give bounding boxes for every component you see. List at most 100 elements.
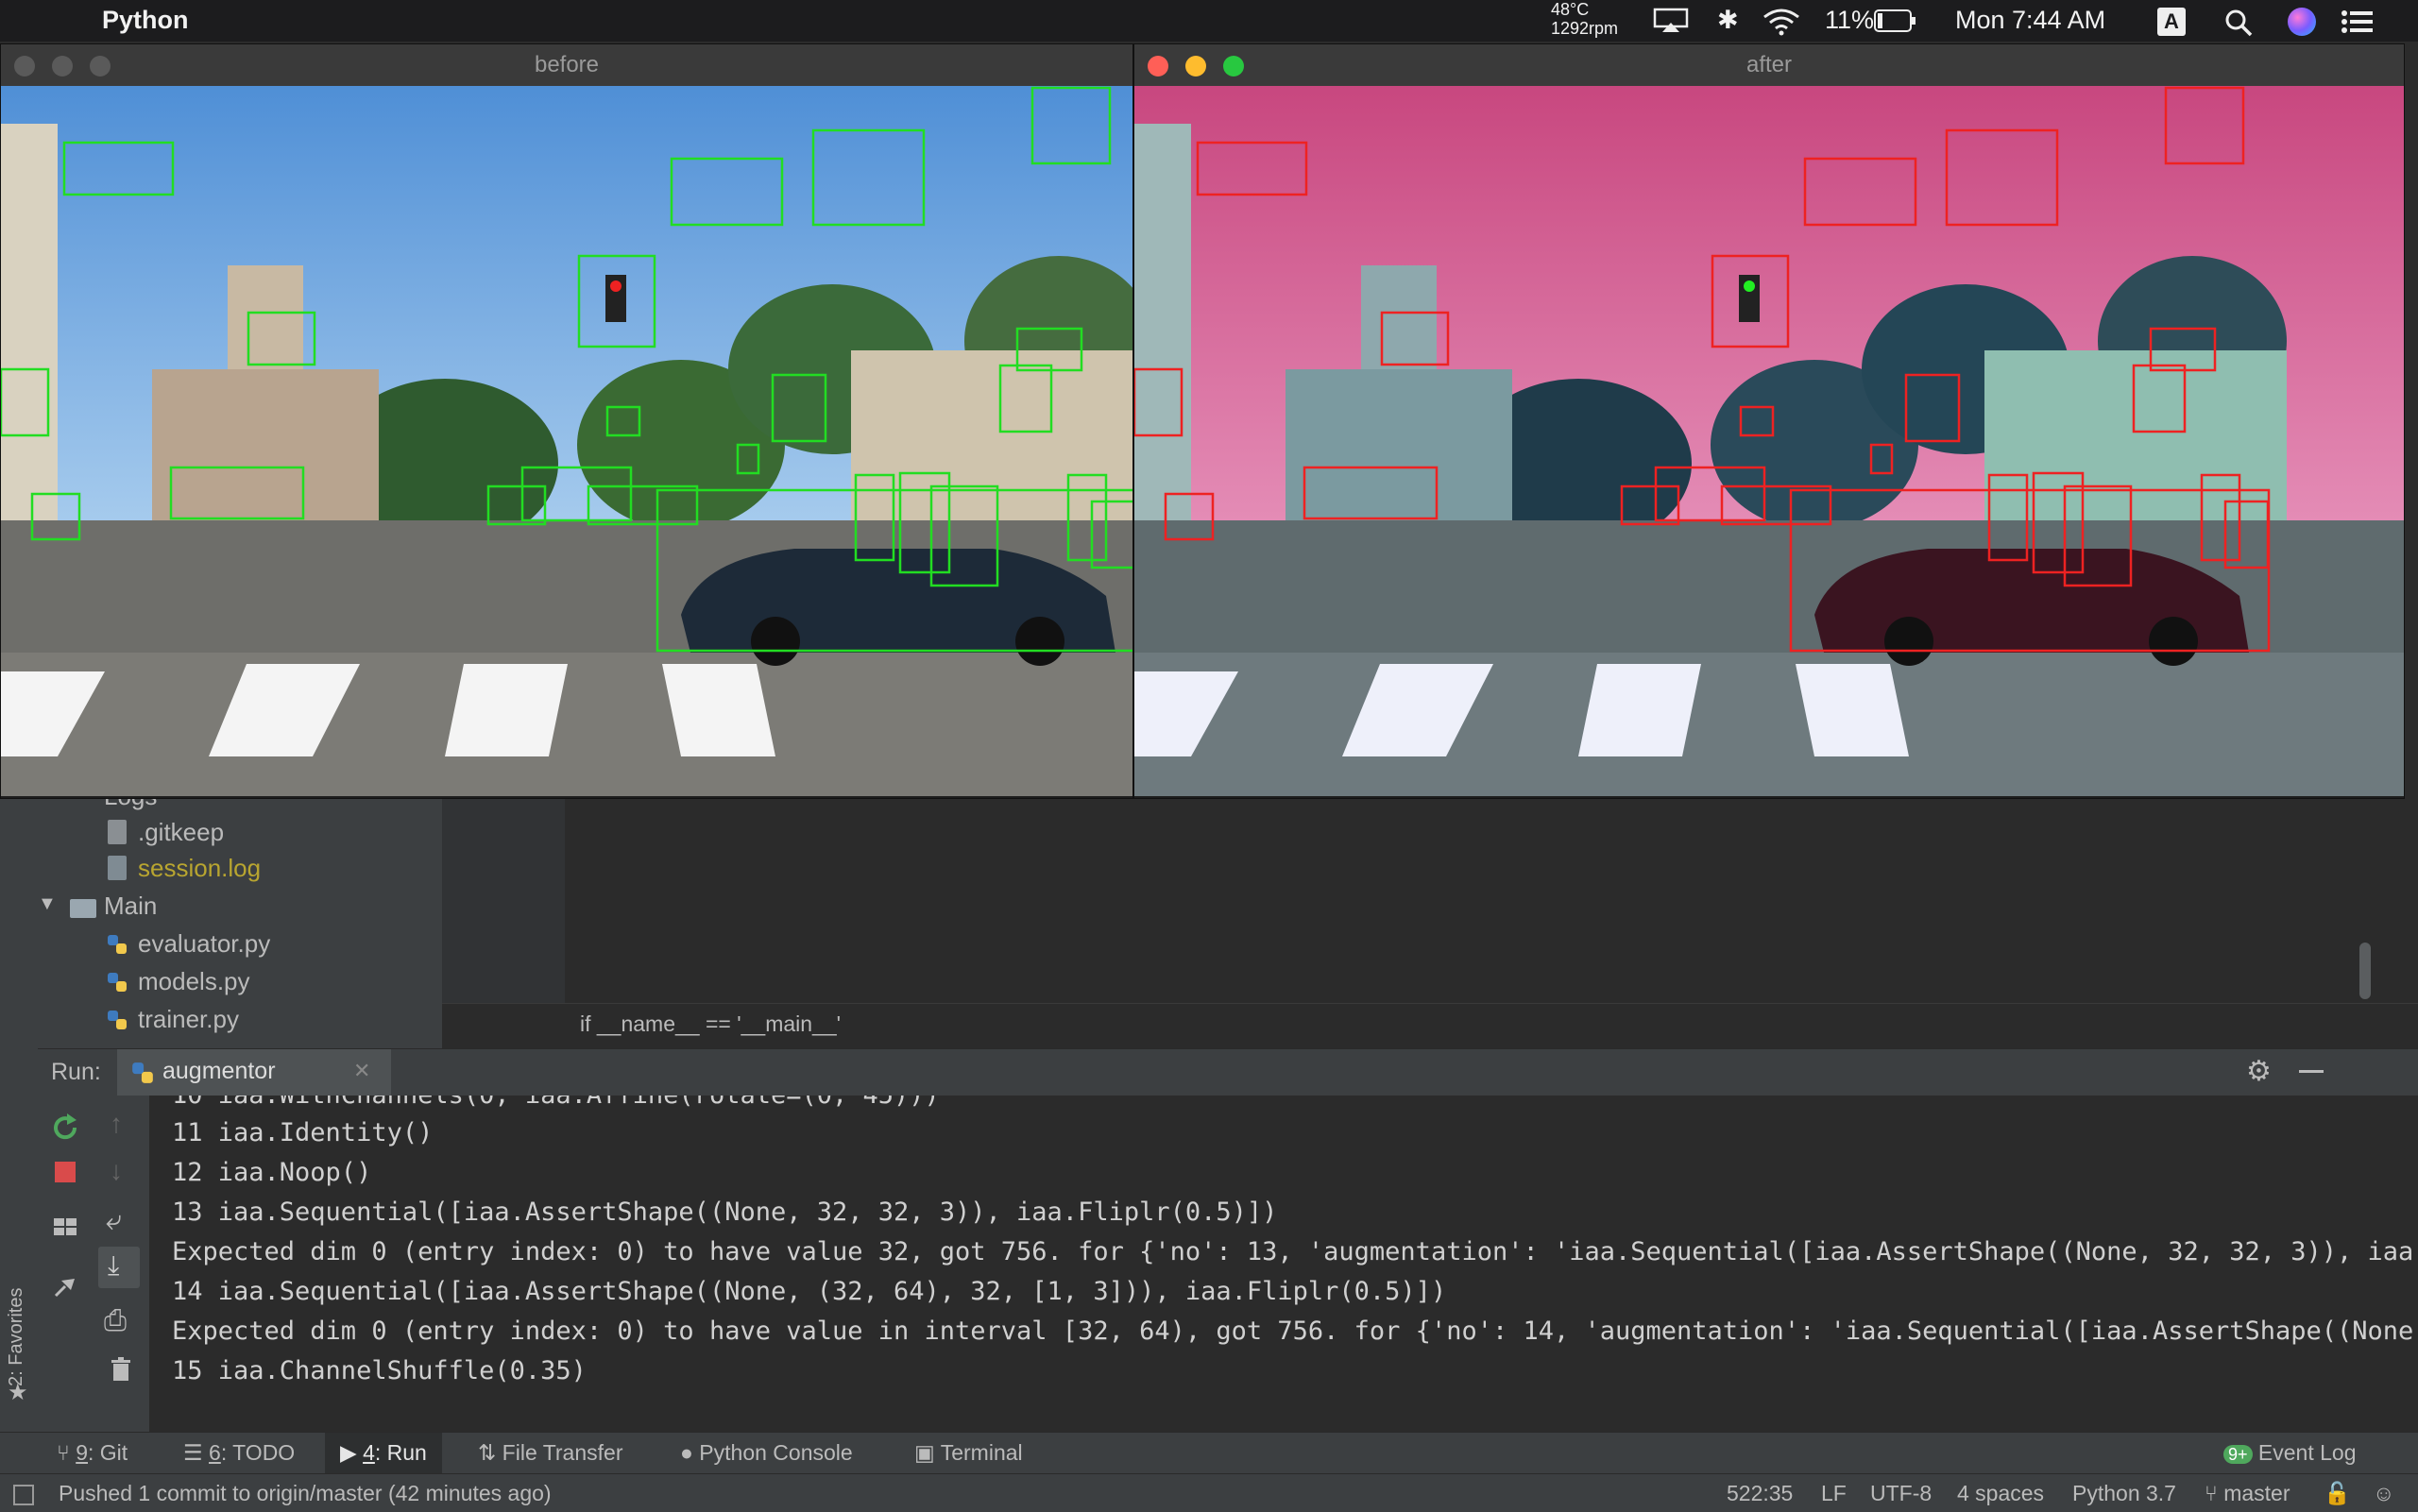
- log-file-icon: [108, 856, 127, 880]
- close-window-button[interactable]: [14, 56, 35, 76]
- rerun-icon[interactable]: [46, 1109, 84, 1147]
- console-line: 15 iaa.ChannelShuffle(0.35): [172, 1356, 587, 1385]
- python-icon: [132, 1062, 153, 1083]
- stop-icon[interactable]: [55, 1162, 76, 1182]
- event-log-button[interactable]: 9+ Event Log: [2223, 1440, 2357, 1466]
- tab-file-transfer[interactable]: ⇅ File Transfer: [478, 1440, 623, 1466]
- play-icon: ▶: [340, 1440, 364, 1465]
- python-interpreter[interactable]: Python 3.7: [2072, 1481, 2176, 1506]
- tree-file-evaluator[interactable]: evaluator.py: [138, 926, 270, 961]
- layout-icon[interactable]: [46, 1209, 84, 1247]
- soft-wrap-icon[interactable]: ⤶: [106, 1205, 122, 1237]
- input-source[interactable]: A: [2157, 8, 2186, 36]
- minimize-window-button[interactable]: [52, 56, 73, 76]
- tab-python-console[interactable]: ● Python Console: [680, 1440, 853, 1466]
- file-encoding[interactable]: UTF-8: [1870, 1481, 1932, 1506]
- run-toolbar-primary: [38, 1096, 93, 1432]
- zoom-window-button[interactable]: [1223, 56, 1244, 76]
- tab-todo[interactable]: ☰ 6: TODO: [183, 1440, 295, 1466]
- editor-scrollbar[interactable]: [2359, 943, 2371, 999]
- file-icon: [108, 820, 127, 844]
- street-image-before: [1, 86, 1132, 796]
- python-file-icon: [108, 973, 127, 992]
- gear-icon[interactable]: ⚙: [2246, 1055, 2272, 1088]
- wifi-icon[interactable]: [1762, 8, 1800, 36]
- transfer-icon: ⇅: [478, 1440, 502, 1465]
- tab-label: : Git: [88, 1440, 128, 1465]
- window-after[interactable]: after: [1133, 43, 2405, 799]
- run-console[interactable]: 10 iaa.WithChannels(0, iaa.Affine(rotate…: [149, 1096, 2418, 1432]
- run-toolbar-secondary: ↑ ↓ ⤶ ⤓ ⎙: [93, 1096, 150, 1432]
- close-icon[interactable]: ✕: [353, 1059, 370, 1083]
- tree-label: .gitkeep: [138, 818, 225, 846]
- run-tab-label: augmentor: [162, 1058, 276, 1084]
- trash-icon[interactable]: [102, 1351, 140, 1388]
- pin-icon[interactable]: [46, 1267, 84, 1305]
- app-name[interactable]: Python: [102, 6, 189, 35]
- editor-gutter: [442, 795, 565, 1003]
- arrow-up-icon[interactable]: ↑: [110, 1109, 123, 1139]
- tree-file-gitkeep[interactable]: .gitkeep: [138, 814, 224, 850]
- project-tree: Logs .gitkeep session.log ▼ Main evaluat…: [0, 782, 442, 1048]
- tab-run[interactable]: ▶ 4: Run: [325, 1433, 442, 1474]
- python-file-icon: [108, 935, 127, 954]
- fan-rpm: 1292rpm: [1551, 19, 1619, 38]
- spotlight-search-icon[interactable]: [2223, 8, 2254, 38]
- arrow-down-icon[interactable]: ↓: [110, 1156, 123, 1186]
- tree-file-session-log[interactable]: session.log: [138, 850, 261, 886]
- run-tab-augmentor[interactable]: augmentor ✕: [117, 1049, 391, 1099]
- tree-label: evaluator.py: [138, 929, 271, 958]
- battery-icon[interactable]: [1874, 9, 1917, 32]
- temperature: 48°C: [1551, 0, 1590, 19]
- indent-setting[interactable]: 4 spaces: [1957, 1481, 2044, 1506]
- tab-terminal[interactable]: ▣ Terminal: [914, 1440, 1023, 1466]
- tab-label: : Run: [374, 1440, 427, 1465]
- sensor-readout: 48°C 1292rpm: [1551, 0, 1618, 38]
- window-title-bar[interactable]: after: [1134, 44, 2404, 86]
- window-title-bar[interactable]: before: [1, 44, 1132, 86]
- tree-file-models[interactable]: models.py: [138, 963, 250, 999]
- tree-label: models.py: [138, 967, 250, 995]
- memory-indicator-icon[interactable]: ☺: [2373, 1481, 2394, 1506]
- tab-mnemonic: 6: [209, 1440, 221, 1465]
- console-line: 13 iaa.Sequential([iaa.AssertShape((None…: [172, 1198, 1278, 1227]
- run-panel-header: Run: augmentor ✕ ⚙: [38, 1048, 2418, 1099]
- window-title: after: [1745, 52, 1793, 77]
- clock[interactable]: Mon 7:44 AM: [1955, 6, 2105, 35]
- tree-folder-main[interactable]: Main: [104, 888, 157, 924]
- code-editor[interactable]: [565, 795, 2418, 1003]
- console-line: 12 iaa.Noop(): [172, 1158, 372, 1187]
- list-icon: ☰: [183, 1440, 210, 1465]
- tab-git[interactable]: ⑂ 9: Git: [57, 1440, 128, 1466]
- tree-label: trainer.py: [138, 1005, 239, 1033]
- window-title: before: [534, 52, 600, 77]
- close-window-button[interactable]: [1148, 56, 1168, 76]
- breadcrumb-main-guard[interactable]: if __name__ == '__main__': [580, 1011, 841, 1037]
- tree-file-trainer[interactable]: trainer.py: [138, 1001, 239, 1037]
- line-separator[interactable]: LF: [1821, 1481, 1847, 1506]
- caret-position[interactable]: 522:35: [1727, 1481, 1793, 1506]
- notification-center-icon[interactable]: [2341, 9, 2375, 34]
- status-message[interactable]: Pushed 1 commit to origin/master (42 min…: [59, 1481, 552, 1506]
- print-icon[interactable]: ⎙: [104, 1305, 127, 1337]
- minimize-window-button[interactable]: [1185, 56, 1206, 76]
- git-branch-icon: ⑂: [2205, 1481, 2224, 1505]
- favorites-tab[interactable]: 2: Favorites: [6, 1235, 27, 1386]
- git-branch[interactable]: ⑂ master: [2205, 1481, 2290, 1506]
- airplay-icon[interactable]: [1653, 8, 1689, 34]
- toggle-tool-windows-icon[interactable]: [13, 1485, 34, 1505]
- folder-icon: [70, 899, 96, 918]
- lock-icon[interactable]: 🔓: [2324, 1481, 2351, 1506]
- tab-label: Terminal: [940, 1440, 1023, 1465]
- tree-label: session.log: [138, 854, 262, 882]
- scroll-to-end-button[interactable]: ⤓: [98, 1247, 140, 1288]
- star-icon: ★: [8, 1380, 28, 1405]
- minimize-icon[interactable]: [2299, 1070, 2324, 1073]
- tab-label: Python Console: [699, 1440, 853, 1465]
- window-before[interactable]: before: [0, 43, 1133, 799]
- siri-icon[interactable]: [2288, 8, 2316, 36]
- python-icon: ●: [680, 1440, 700, 1465]
- zoom-window-button[interactable]: [90, 56, 111, 76]
- chevron-down-icon[interactable]: ▼: [38, 893, 57, 915]
- bluetooth-icon[interactable]: ✱: [1717, 6, 1739, 35]
